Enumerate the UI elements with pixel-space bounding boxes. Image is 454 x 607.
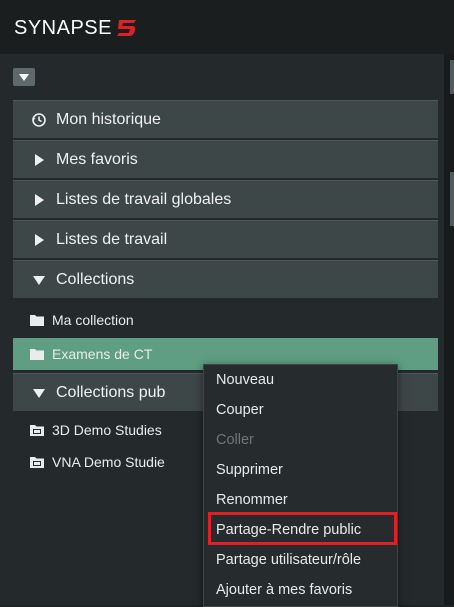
shared-folder-icon xyxy=(30,456,46,468)
folder-icon xyxy=(30,314,46,326)
menu-item-supprimer[interactable]: Supprimer xyxy=(204,455,397,485)
section-mes-favoris[interactable]: Mes favoris xyxy=(13,140,438,178)
section-label: Collections xyxy=(56,270,135,288)
scroll-indicator xyxy=(450,172,454,226)
history-icon xyxy=(30,112,48,128)
section-label: Collections pub xyxy=(56,383,166,401)
collection-label: Ma collection xyxy=(52,312,134,328)
triangle-down-icon xyxy=(19,73,29,81)
context-menu: Nouveau Couper Coller Supprimer Renommer… xyxy=(203,364,398,607)
section-listes-de-travail[interactable]: Listes de travail xyxy=(13,220,438,258)
right-panel-edge xyxy=(444,54,454,605)
section-mon-historique[interactable]: Mon historique xyxy=(13,100,438,138)
collection-item-ma-collection[interactable]: Ma collection xyxy=(13,304,438,336)
scroll-indicator xyxy=(450,60,454,94)
menu-item-couper[interactable]: Couper xyxy=(204,395,397,425)
synapse-logo: SYNAPSE xyxy=(14,16,138,40)
section-label: Listes de travail globales xyxy=(56,190,232,208)
folder-icon xyxy=(30,348,46,360)
logo-mark-icon xyxy=(116,20,136,36)
triangle-down-icon xyxy=(30,388,48,398)
triangle-right-icon xyxy=(30,153,48,166)
collapse-toggle-button[interactable] xyxy=(13,68,35,86)
menu-item-coller: Coller xyxy=(216,432,254,448)
section-collections[interactable]: Collections xyxy=(13,260,438,298)
menu-item-nouveau[interactable]: Nouveau xyxy=(204,365,397,395)
collection-label: 3D Demo Studies xyxy=(52,422,162,438)
triangle-down-icon xyxy=(30,275,48,285)
section-label: Mon historique xyxy=(56,110,161,128)
collection-label: VNA Demo Studie xyxy=(52,454,165,470)
menu-item-ajouter-favoris[interactable]: Ajouter à mes favoris xyxy=(204,575,397,605)
collection-label: Examens de CT xyxy=(52,346,153,362)
logo-text: SYNAPSE xyxy=(14,16,112,39)
menu-item-partage-utilisateur-role[interactable]: Partage utilisateur/rôle xyxy=(204,545,397,575)
shared-folder-icon xyxy=(30,424,46,436)
section-label: Listes de travail xyxy=(56,230,168,248)
highlight-annotation-box xyxy=(208,512,397,545)
top-bar: SYNAPSE xyxy=(0,0,454,54)
triangle-right-icon xyxy=(30,193,48,206)
menu-item-renommer[interactable]: Renommer xyxy=(204,485,397,515)
triangle-right-icon xyxy=(30,233,48,246)
section-label: Mes favoris xyxy=(56,150,138,168)
section-listes-globales[interactable]: Listes de travail globales xyxy=(13,180,438,218)
